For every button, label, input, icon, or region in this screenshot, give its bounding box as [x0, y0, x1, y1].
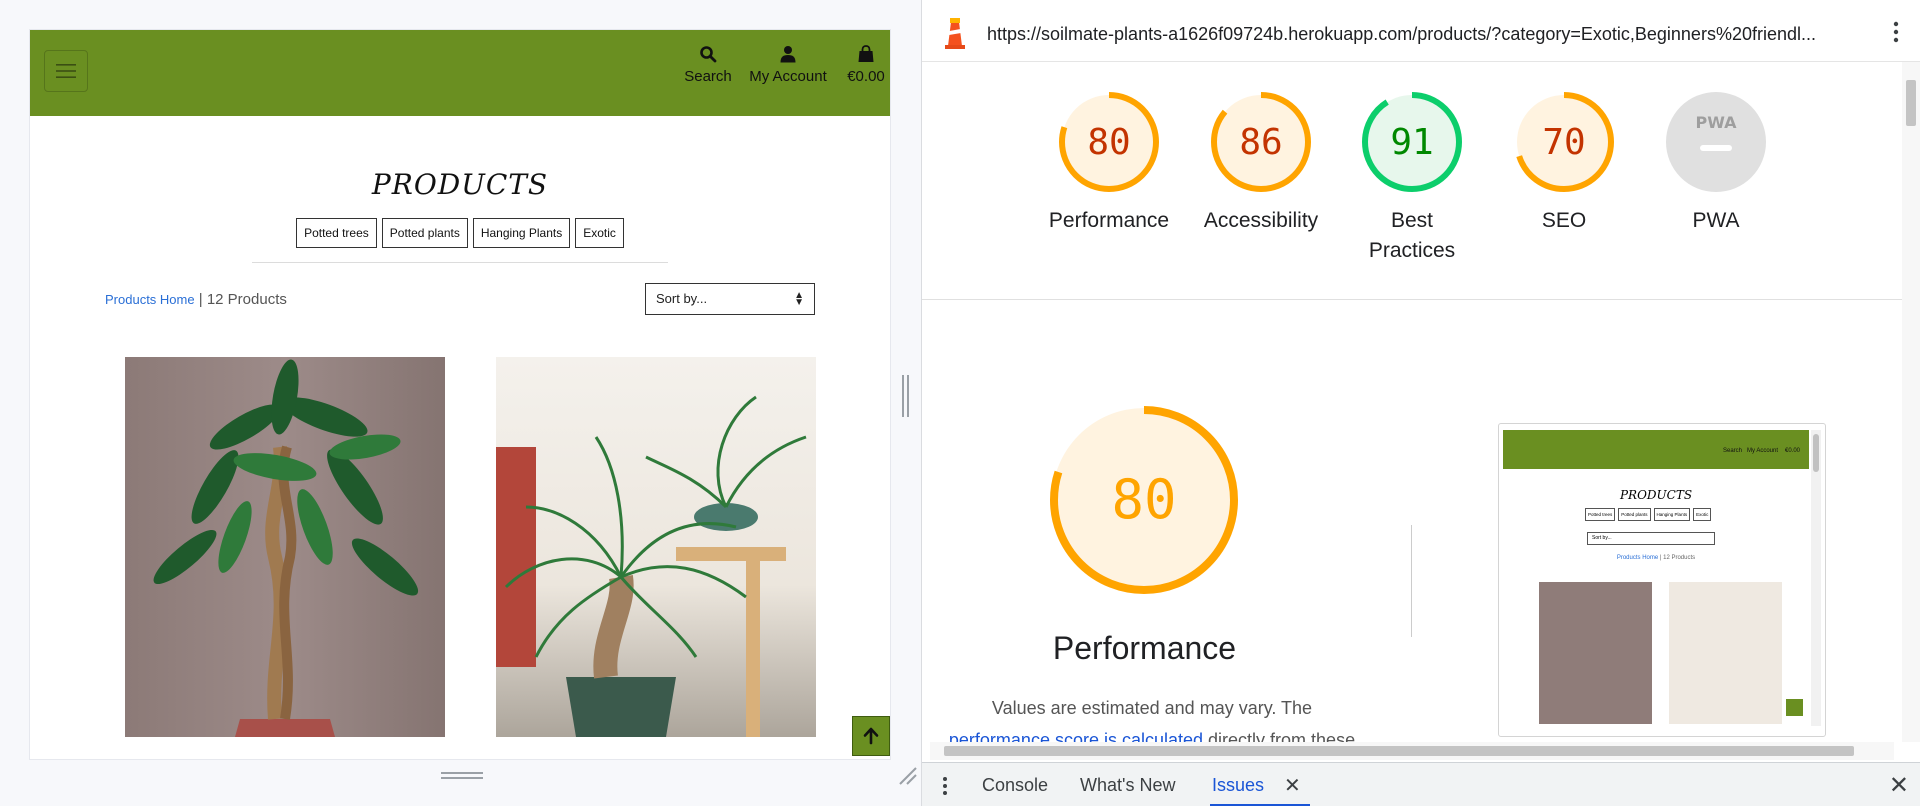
category-button-exotic[interactable]: Exotic	[575, 218, 624, 248]
performance-detail-title: Performance	[1052, 630, 1237, 666]
thumbnail-scrollbar	[1811, 430, 1821, 726]
header-bag-total: €0.00	[847, 68, 885, 85]
header-account-link[interactable]: My Account	[744, 44, 832, 85]
product-image-ponytail-palm[interactable]	[496, 357, 816, 737]
header-bag-link[interactable]: €0.00	[842, 44, 890, 85]
thumbnail-count: Products Home | 12 Products	[1503, 555, 1809, 561]
thumbnail-product-image	[1539, 582, 1652, 724]
performance-detail-score: 80	[1111, 468, 1176, 531]
report-url-bar: https://soilmate-plants-a1626f09724b.her…	[922, 0, 1920, 62]
final-screenshot-thumbnail[interactable]: Search My Account €0.00 PRODUCTS Potted …	[1498, 423, 1826, 737]
gauge-score: 86	[1239, 122, 1282, 163]
vertical-scrollbar[interactable]	[1902, 62, 1920, 742]
category-button-hanging-plants[interactable]: Hanging Plants	[472, 218, 571, 248]
score-gauge-performance[interactable]: 80 Performance	[1044, 90, 1174, 236]
performance-detail-gauge: 80	[1050, 406, 1238, 594]
gauge-score: 70	[1542, 122, 1585, 163]
products-home-link[interactable]: Products Home	[105, 292, 195, 307]
tab-issues[interactable]: Issues	[1212, 775, 1264, 796]
product-count: 12 Products	[206, 291, 287, 308]
category-button-potted-trees[interactable]: Potted trees	[296, 218, 377, 248]
sort-select[interactable]: Sort by... ▲ ▼	[645, 283, 815, 315]
select-arrows-icon: ▲ ▼	[794, 290, 804, 308]
arrow-up-icon	[863, 727, 879, 745]
gauge-ring: 91	[1362, 92, 1462, 192]
gauge-score: 80	[1087, 122, 1130, 163]
gauge-ring: 70	[1514, 92, 1614, 192]
lighthouse-report-pane: https://soilmate-plants-a1626f09724b.her…	[921, 0, 1920, 806]
tab-whats-new[interactable]: What's New	[1080, 775, 1175, 796]
divider	[1411, 525, 1412, 637]
site-viewport: Search My Account €0.00 PRODUCTS Potted …	[30, 30, 890, 759]
horizontal-scroll-thumb[interactable]	[944, 746, 1854, 756]
count-separator: |	[194, 291, 207, 308]
divider	[922, 299, 1902, 300]
thumbnail-bag-total: €0.00	[1785, 448, 1801, 454]
gauge-ring: 80	[1059, 92, 1159, 192]
gauge-label: Best Practices	[1368, 209, 1456, 262]
kebab-menu-icon[interactable]	[1893, 20, 1899, 44]
header-search-label: Search	[684, 68, 732, 85]
thumbnail-categories: Potted trees Potted plants Hanging Plant…	[1585, 508, 1712, 521]
pwa-badge-icon: PWA	[1666, 92, 1766, 192]
desc-text: Values are estimated and may vary. The	[991, 698, 1313, 718]
thumbnail-category: Potted trees	[1585, 508, 1616, 521]
shopping-bag-icon	[858, 45, 874, 62]
category-filter-bar: Potted trees Potted plants Hanging Plant…	[30, 218, 890, 248]
close-drawer-icon[interactable]: ✕	[1889, 771, 1909, 800]
tab-console[interactable]: Console	[982, 775, 1048, 796]
thumbnail-header: Search My Account €0.00	[1503, 430, 1809, 469]
header-account-label: My Account	[749, 68, 827, 85]
devtools-drawer-tabbar: Console What's New Issues ✕ ✕	[922, 762, 1920, 806]
resize-corner-handle[interactable]	[896, 764, 918, 786]
ponytail-palm-illustration	[496, 395, 807, 737]
thumbnail-sort: Sort by...	[1587, 532, 1715, 545]
thumbnail-account-label: My Account	[1747, 448, 1779, 454]
close-tab-icon[interactable]: ✕	[1284, 773, 1301, 798]
pwa-badge-text: PWA	[1695, 113, 1737, 132]
vertical-scroll-thumb[interactable]	[1906, 80, 1916, 126]
device-preview-pane: Search My Account €0.00 PRODUCTS Potted …	[0, 0, 921, 806]
menu-toggle-button[interactable]	[44, 50, 88, 92]
category-button-potted-plants[interactable]: Potted plants	[381, 218, 468, 248]
gauge-ring: 86	[1211, 92, 1311, 192]
site-header: Search My Account €0.00	[30, 30, 890, 116]
back-to-top-button[interactable]	[852, 716, 890, 756]
thumbnail-scroll-thumb	[1813, 434, 1819, 472]
page-title: PRODUCTS	[371, 168, 549, 201]
gauge-score: 91	[1390, 122, 1433, 163]
hamburger-icon	[56, 64, 76, 78]
viewport-width-handle[interactable]	[901, 375, 911, 417]
search-icon	[700, 46, 717, 63]
thumbnail-search-label: Search	[1723, 448, 1743, 454]
thumbnail-category: Exotic	[1693, 508, 1712, 521]
score-gauge-seo[interactable]: 70 SEO	[1499, 90, 1629, 236]
header-search-link[interactable]: Search	[682, 44, 734, 85]
gauge-label: PWA	[1692, 209, 1740, 232]
gauge-label: SEO	[1541, 209, 1587, 232]
horizontal-scrollbar[interactable]	[930, 742, 1894, 760]
gauge-label: Performance	[1048, 209, 1170, 232]
thumbnail-back-to-top	[1786, 699, 1803, 716]
thumbnail-home-link: Products Home	[1616, 555, 1659, 561]
thumbnail-product-image	[1669, 582, 1782, 724]
user-icon	[780, 46, 796, 63]
sort-select-value: Sort by...	[656, 291, 708, 306]
lighthouse-logo-icon	[945, 18, 965, 49]
report-url[interactable]: https://soilmate-plants-a1626f09724b.her…	[987, 24, 1847, 45]
thumbnail-title: PRODUCTS	[1619, 488, 1693, 502]
gauge-label: Accessibility	[1203, 209, 1319, 232]
thumbnail-product-count: 12 Products	[1663, 555, 1696, 561]
drawer-kebab-menu-icon[interactable]	[942, 776, 948, 796]
score-gauge-accessibility[interactable]: 86 Accessibility	[1196, 90, 1326, 236]
viewport-height-handle[interactable]	[441, 771, 483, 781]
divider	[252, 262, 668, 263]
product-count-line: Products Home | 12 Products	[105, 291, 287, 308]
thumbnail-category: Potted plants	[1618, 508, 1651, 521]
money-tree-illustration	[153, 359, 419, 737]
score-gauge-pwa[interactable]: PWA PWA	[1651, 90, 1781, 236]
thumbnail-category: Hanging Plants	[1653, 508, 1691, 521]
product-image-money-tree[interactable]	[125, 357, 445, 737]
score-gauge-best-practices[interactable]: 91 Best Practices	[1347, 90, 1477, 266]
